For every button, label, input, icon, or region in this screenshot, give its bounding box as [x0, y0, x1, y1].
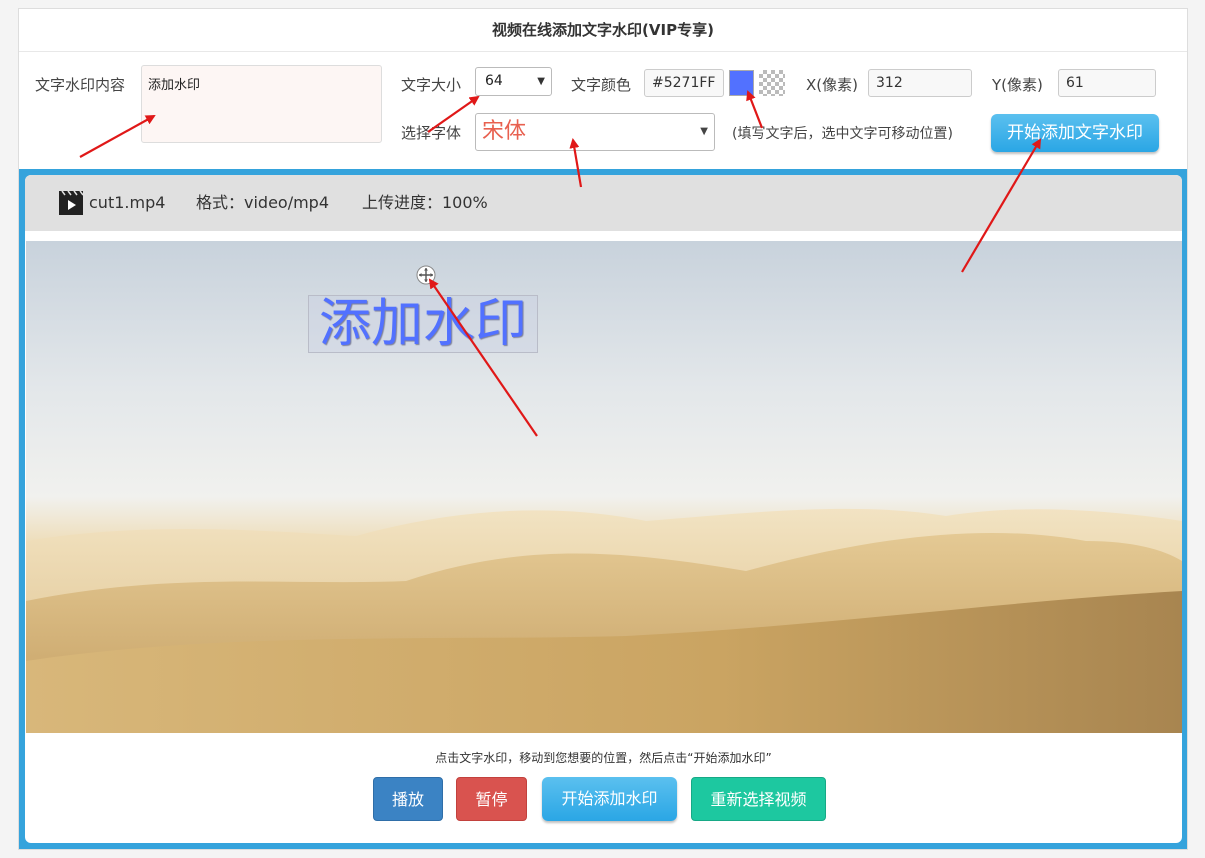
video-preview[interactable]: 添加水印	[26, 241, 1182, 733]
page-title: 视频在线添加文字水印(VIP专享)	[19, 9, 1187, 52]
instruction-text: 点击文字水印，移动到您想要的位置，然后点击“开始添加水印”	[435, 751, 772, 765]
color-hex-input[interactable]: #5271FF	[644, 69, 724, 97]
pause-button[interactable]: 暂停	[456, 777, 527, 821]
start-text-watermark-button[interactable]: 开始添加文字水印	[991, 114, 1159, 152]
y-input[interactable]: 61	[1058, 69, 1156, 97]
font-family-value: 宋体	[482, 119, 527, 144]
video-panel-inner: cut1.mp4 格式：video/mp4 上传进度：100% 添加水印 点击文…	[25, 175, 1182, 843]
font-size-label: 文字大小	[401, 76, 462, 94]
file-info-bar: cut1.mp4 格式：video/mp4 上传进度：100%	[25, 175, 1182, 231]
x-label: X(像素)	[806, 76, 858, 94]
text-watermark[interactable]: 添加水印	[308, 295, 538, 353]
font-size-value: 64	[485, 73, 503, 89]
y-label: Y(像素)	[992, 76, 1043, 94]
desert-scene	[26, 508, 1182, 733]
watermark-text-input[interactable]: 添加水印	[141, 65, 382, 143]
move-icon[interactable]	[416, 265, 436, 285]
file-format: 格式：video/mp4	[196, 193, 330, 212]
text-color-label: 文字颜色	[571, 76, 632, 94]
video-file-icon	[58, 190, 84, 221]
file-name: cut1.mp4	[89, 193, 166, 212]
x-input[interactable]: 312	[868, 69, 972, 97]
chevron-down-icon: ▼	[537, 76, 545, 87]
play-button[interactable]: 播放	[373, 777, 443, 821]
video-panel: cut1.mp4 格式：video/mp4 上传进度：100% 添加水印 点击文…	[19, 169, 1187, 849]
font-family-select[interactable]: 宋体 ▼	[475, 113, 715, 151]
color-swatch[interactable]	[729, 70, 754, 96]
content-label: 文字水印内容	[35, 76, 126, 94]
add-watermark-button[interactable]: 开始添加水印	[542, 777, 677, 821]
upload-progress: 上传进度：100%	[362, 193, 488, 212]
font-size-select[interactable]: 64 ▼	[475, 67, 552, 96]
watermark-tool-card: 视频在线添加文字水印(VIP专享) 文字水印内容 添加水印 文字大小 64 ▼ …	[18, 8, 1188, 850]
font-family-label: 选择字体	[401, 124, 462, 142]
chevron-down-icon: ▼	[700, 126, 708, 137]
transparent-color-icon[interactable]	[759, 70, 785, 96]
reselect-video-button[interactable]: 重新选择视频	[691, 777, 826, 821]
move-tip: (填写文字后，选中文字可移动位置)	[732, 126, 953, 142]
